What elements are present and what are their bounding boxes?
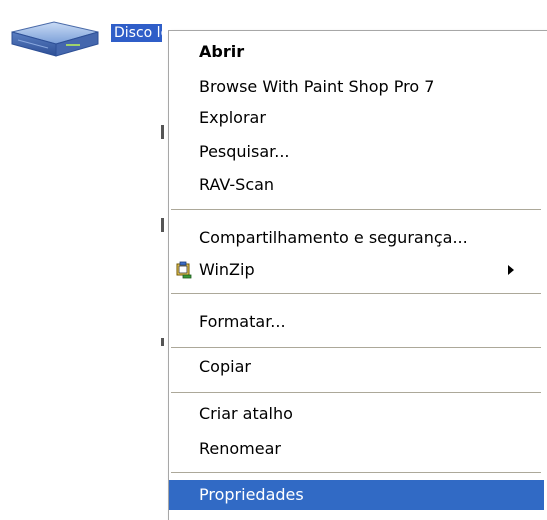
- menu-item-winzip-label: WinZip: [199, 260, 255, 279]
- menu-item-explore[interactable]: Explorar: [169, 103, 544, 133]
- menu-item-rav-scan[interactable]: RAV-Scan: [169, 170, 544, 200]
- menu-separator: [171, 347, 541, 348]
- menu-item-properties[interactable]: Propriedades: [169, 480, 544, 510]
- menu-separator: [171, 293, 541, 294]
- context-menu: Abrir Browse With Paint Shop Pro 7 Explo…: [168, 30, 547, 520]
- menu-separator: [171, 472, 541, 473]
- menu-item-create-shortcut[interactable]: Criar atalho: [169, 399, 544, 429]
- background-text-fragment: [161, 338, 164, 346]
- background-text-fragment: [161, 218, 164, 232]
- menu-separator: [171, 209, 541, 210]
- menu-item-winzip[interactable]: WinZip: [169, 255, 544, 285]
- menu-item-rename[interactable]: Renomear: [169, 434, 544, 464]
- menu-item-copy[interactable]: Copiar: [169, 352, 544, 382]
- background-text-fragment: [161, 125, 164, 139]
- menu-item-sharing[interactable]: Compartilhamento e segurança...: [169, 223, 544, 253]
- hard-drive-icon: [11, 21, 99, 57]
- menu-item-browse-psp[interactable]: Browse With Paint Shop Pro 7: [169, 72, 544, 102]
- menu-separator: [171, 392, 541, 393]
- menu-item-open[interactable]: Abrir: [169, 37, 544, 67]
- menu-item-search[interactable]: Pesquisar...: [169, 137, 544, 167]
- winzip-icon: [176, 261, 192, 279]
- menu-item-format[interactable]: Formatar...: [169, 307, 544, 337]
- submenu-arrow-icon: [508, 265, 514, 275]
